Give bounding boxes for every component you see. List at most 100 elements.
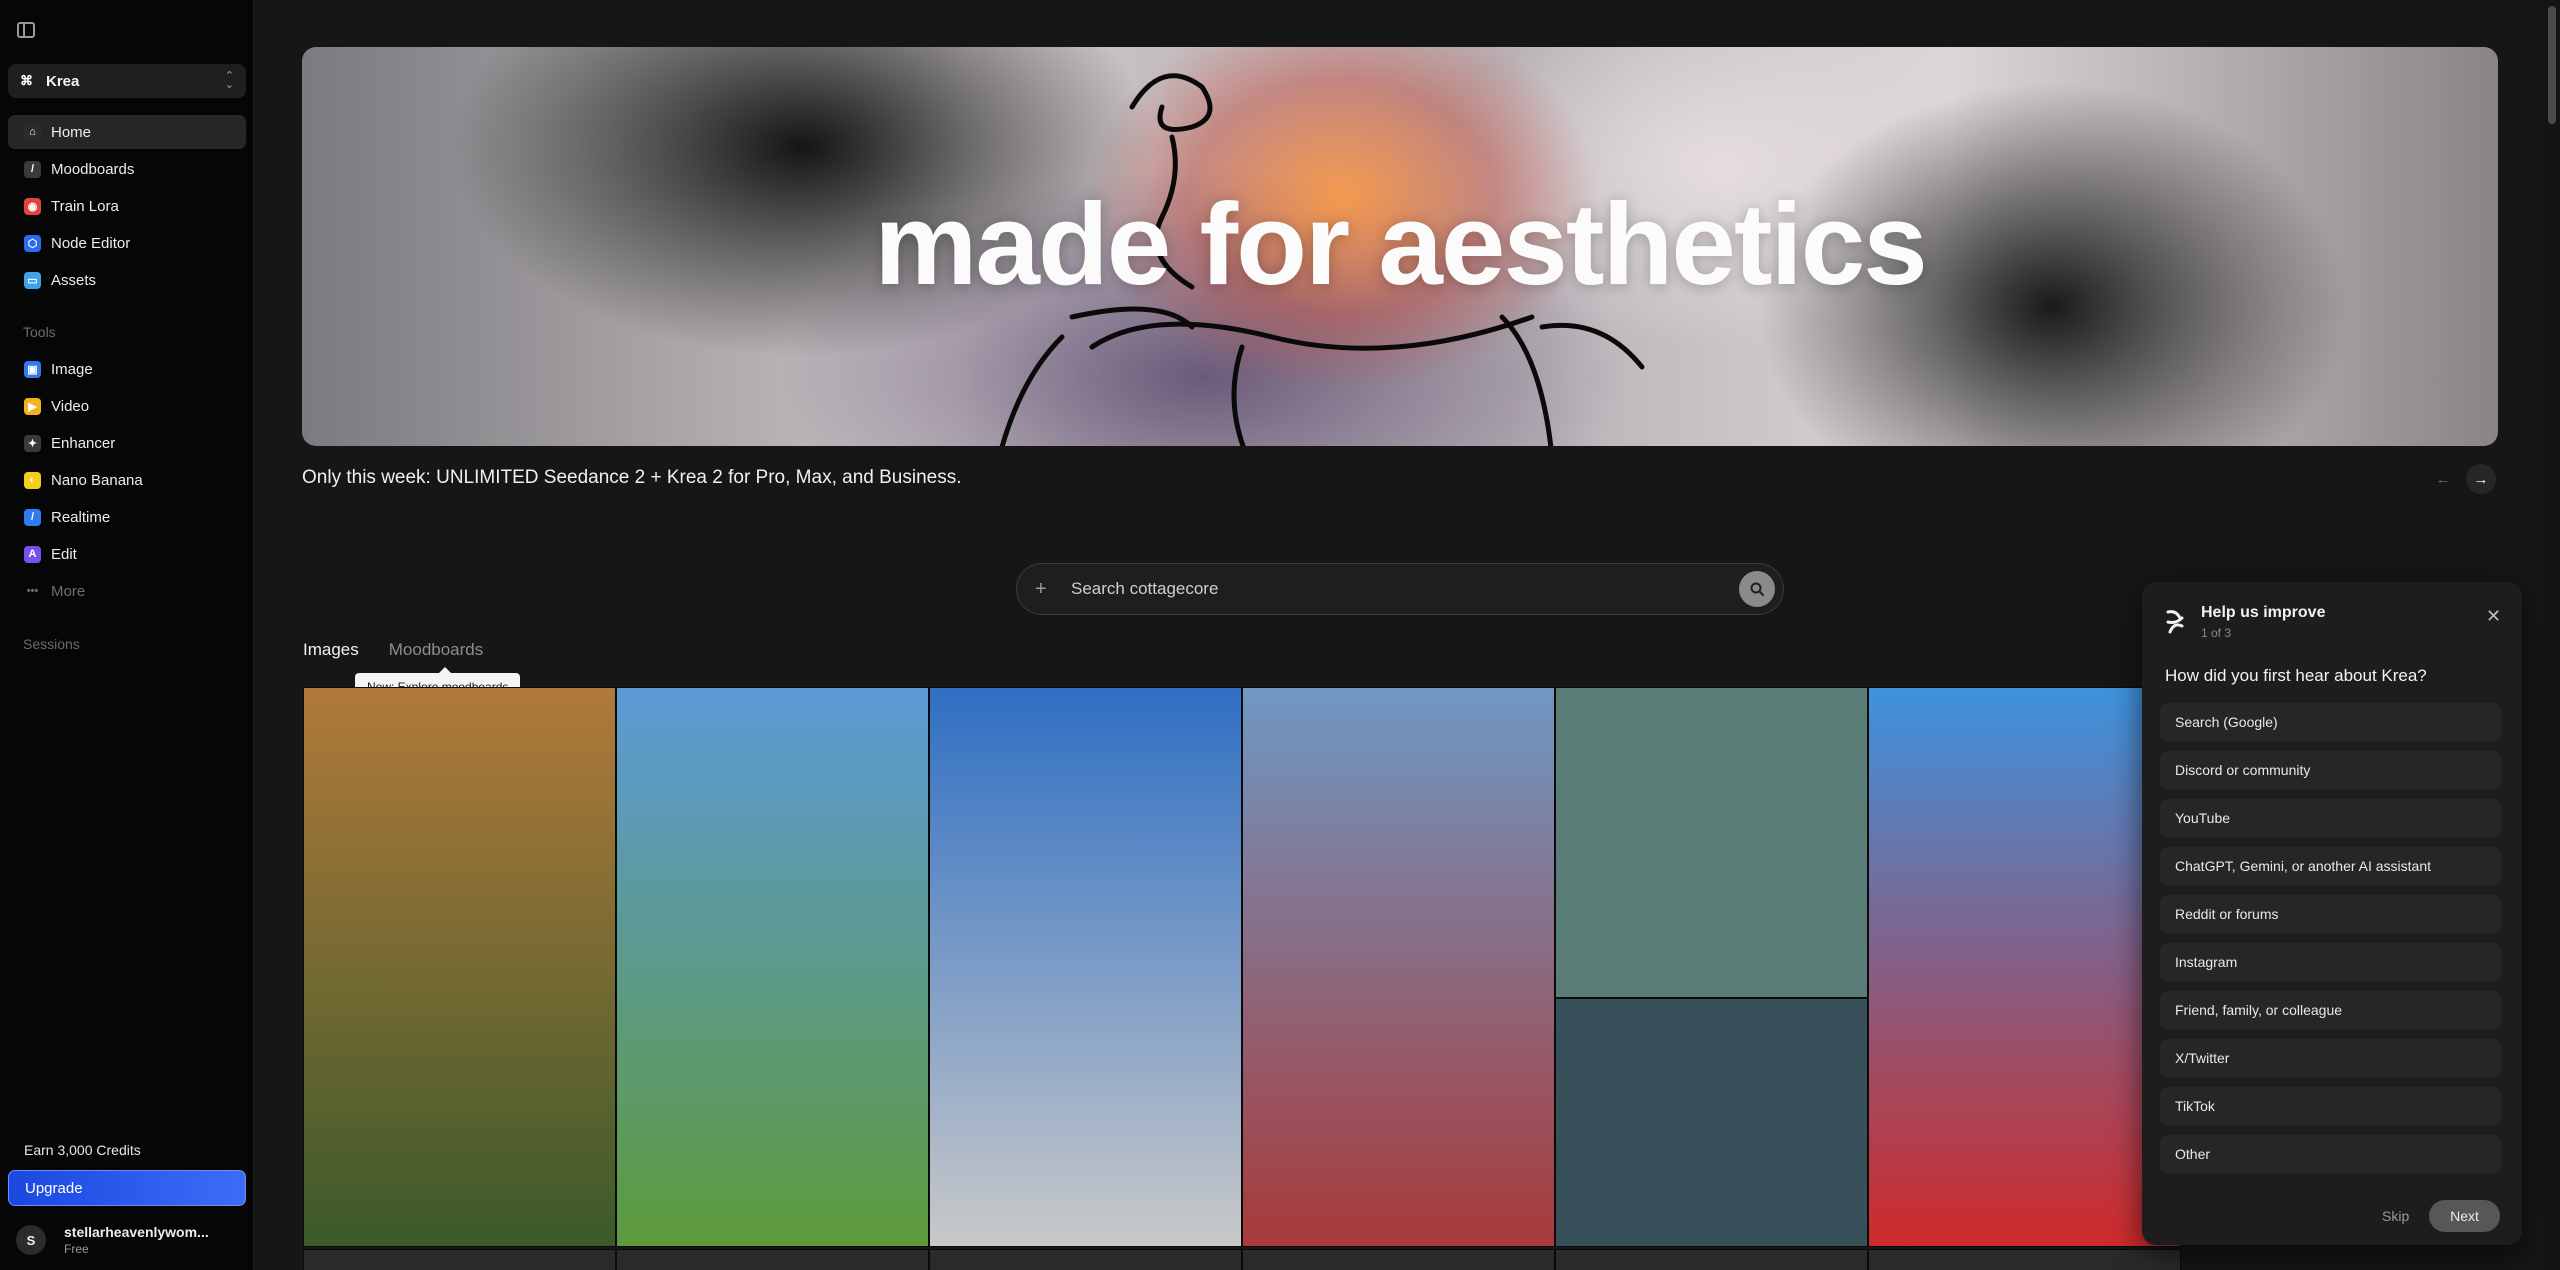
- gallery-image[interactable]: [303, 687, 616, 1247]
- promo-text[interactable]: Only this week: UNLIMITED Seedance 2 + K…: [302, 467, 962, 489]
- realtime-icon: /: [24, 508, 41, 526]
- tools-section-label: Tools: [23, 324, 56, 340]
- search-input[interactable]: [1071, 579, 1739, 599]
- gallery-image[interactable]: [616, 687, 929, 1247]
- sidebar-item-label: Node Editor: [51, 234, 131, 252]
- gallery-tabs: Images Moodboards: [303, 640, 483, 660]
- sidebar-item-label: Video: [51, 397, 90, 415]
- scrollbar-thumb[interactable]: [2548, 6, 2556, 124]
- sidebar-item-train-lora[interactable]: ◉ Train Lora: [8, 189, 246, 223]
- tab-images[interactable]: Images: [303, 640, 359, 660]
- survey-option[interactable]: Friend, family, or colleague: [2160, 991, 2501, 1029]
- sidebar-item-label: Enhancer: [51, 434, 116, 452]
- user-plan: Free: [64, 1242, 89, 1256]
- feedback-survey-panel: Help us improve 1 of 3 ✕ How did you fir…: [2142, 582, 2522, 1245]
- user-account[interactable]: S stellarheavenlywom... Free: [16, 1220, 246, 1260]
- upgrade-button[interactable]: Upgrade: [8, 1170, 246, 1206]
- gallery-image[interactable]: [616, 1249, 929, 1270]
- video-icon: ▶: [24, 397, 41, 415]
- arrow-left-icon: ←: [2435, 470, 2451, 488]
- moodboard-icon: /: [24, 160, 41, 178]
- sidebar-item-enhancer[interactable]: ✦ Enhancer: [8, 426, 246, 460]
- survey-option[interactable]: YouTube: [2160, 799, 2501, 837]
- sidebar-item-moodboards[interactable]: / Moodboards: [8, 152, 246, 186]
- image-icon: ▣: [24, 360, 41, 378]
- sidebar-item-label: Assets: [51, 271, 97, 289]
- survey-option[interactable]: Other: [2160, 1135, 2501, 1173]
- scrollbar[interactable]: [2544, 0, 2560, 1270]
- carousel-prev-button[interactable]: ←: [2428, 464, 2458, 494]
- train-lora-icon: ◉: [24, 197, 41, 215]
- sidebar-item-label: Edit: [51, 545, 77, 563]
- sidebar-item-label: Moodboards: [51, 160, 135, 178]
- sidebar-item-edit[interactable]: A Edit: [8, 537, 246, 571]
- gallery-image[interactable]: [303, 1249, 616, 1270]
- sidebar-item-nano-banana[interactable]: ◐ Nano Banana: [8, 463, 246, 497]
- sidebar-item-node-editor[interactable]: ⬡ Node Editor: [8, 226, 246, 260]
- survey-option[interactable]: Discord or community: [2160, 751, 2501, 789]
- chevron-updown-icon: ⌃ ⌄: [224, 70, 234, 91]
- carousel-next-button[interactable]: →: [2466, 464, 2496, 494]
- survey-option[interactable]: Instagram: [2160, 943, 2501, 981]
- close-icon[interactable]: ✕: [2486, 606, 2501, 627]
- avatar: S: [16, 1225, 46, 1255]
- more-nav: ••• More: [8, 574, 246, 608]
- arrow-right-icon: →: [2473, 470, 2489, 488]
- more-label: More: [51, 582, 86, 600]
- gallery-image[interactable]: [929, 1249, 1242, 1270]
- sidebar-item-video[interactable]: ▶ Video: [8, 389, 246, 423]
- gallery-image[interactable]: [1242, 687, 1555, 1247]
- hero-banner[interactable]: made for aesthetics: [302, 47, 2498, 446]
- gallery-image[interactable]: [929, 687, 1242, 1247]
- survey-option[interactable]: X/Twitter: [2160, 1039, 2501, 1077]
- survey-title: Help us improve: [2201, 604, 2326, 621]
- survey-option[interactable]: TikTok: [2160, 1087, 2501, 1125]
- sidebar-item-home[interactable]: ⌂ Home: [8, 115, 246, 149]
- home-icon: ⌂: [24, 123, 41, 141]
- gallery-image[interactable]: [1555, 1249, 1868, 1270]
- node-editor-icon: ⬡: [24, 234, 41, 252]
- hero-title: made for aesthetics: [874, 179, 1928, 309]
- survey-step: 1 of 3: [2201, 626, 2232, 640]
- workspace-switcher[interactable]: ⌘ Krea ⌃ ⌄: [8, 64, 246, 98]
- search-icon: [1750, 582, 1764, 596]
- search-bar: +: [1016, 563, 1784, 615]
- survey-option[interactable]: Search (Google): [2160, 703, 2501, 741]
- survey-option[interactable]: Reddit or forums: [2160, 895, 2501, 933]
- skip-button[interactable]: Skip: [2382, 1208, 2409, 1224]
- sidebar-item-label: Nano Banana: [51, 471, 143, 489]
- survey-option[interactable]: ChatGPT, Gemini, or another AI assistant: [2160, 847, 2501, 885]
- workspace-name: Krea: [46, 72, 80, 90]
- gallery-image[interactable]: [1868, 1249, 2181, 1270]
- sessions-section-label[interactable]: Sessions: [23, 636, 80, 652]
- sidebar-item-realtime[interactable]: / Realtime: [8, 500, 246, 534]
- sidebar-item-image[interactable]: ▣ Image: [8, 352, 246, 386]
- tab-moodboards[interactable]: Moodboards: [389, 640, 484, 660]
- tools-nav: ▣ Image ▶ Video ✦ Enhancer ◐ Nano Banana / Realti…: [8, 352, 246, 574]
- banana-icon: ◐: [24, 471, 41, 489]
- sidebar-item-label: Train Lora: [51, 197, 119, 215]
- krea-logo-icon: [2166, 610, 2184, 634]
- survey-question: How did you first hear about Krea?: [2165, 666, 2427, 685]
- gallery-image[interactable]: [1868, 687, 2181, 1247]
- ellipsis-icon: •••: [26, 585, 39, 597]
- more-button[interactable]: ••• More: [8, 574, 246, 608]
- next-button[interactable]: Next: [2429, 1200, 2500, 1232]
- search-button[interactable]: [1739, 571, 1775, 607]
- earn-credits-link[interactable]: Earn 3,000 Credits: [24, 1142, 141, 1158]
- gallery-image[interactable]: [1555, 998, 1868, 1247]
- survey-options: Search (Google) Discord or community YouTu…: [2160, 703, 2501, 1183]
- sidebar-item-label: Realtime: [51, 508, 111, 526]
- sidebar-toggle-icon[interactable]: [17, 22, 35, 38]
- sidebar-item-label: Home: [51, 123, 92, 141]
- user-name: stellarheavenlywom...: [64, 1224, 209, 1240]
- sidebar: ⌘ Krea ⌃ ⌄ ⌂ Home / Moodboards ◉ Train Lora ⬡ No…: [0, 0, 254, 1270]
- folder-icon: ▭: [24, 271, 41, 289]
- sidebar-item-label: Image: [51, 360, 93, 378]
- plus-icon[interactable]: +: [1035, 578, 1055, 601]
- enhancer-icon: ✦: [24, 434, 41, 452]
- edit-icon: A: [24, 545, 41, 563]
- gallery-image[interactable]: [1555, 687, 1868, 998]
- gallery-image[interactable]: [1242, 1249, 1555, 1270]
- sidebar-item-assets[interactable]: ▭ Assets: [8, 263, 246, 297]
